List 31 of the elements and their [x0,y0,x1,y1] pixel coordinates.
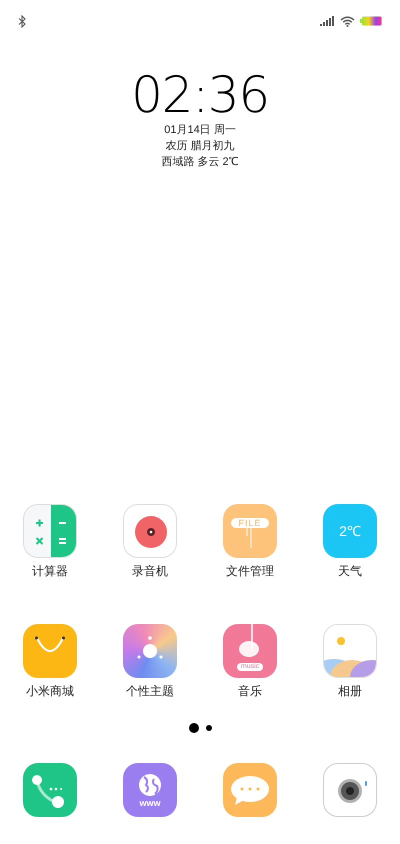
phone-icon[interactable] [23,763,77,817]
bluetooth-icon [18,14,26,28]
icon-text: FILE [237,517,262,529]
wifi-icon [340,16,355,26]
theme-icon[interactable] [123,624,177,678]
camera-icon[interactable] [323,763,377,817]
date-text: 01月14日 周一 [164,123,236,138]
signal-icon [320,16,335,26]
clock-time: 02:36 [131,70,269,120]
icon-text: www [138,798,162,809]
icon-text: 2℃ [338,522,362,540]
weather-icon[interactable]: 2℃ [323,504,377,558]
app-label: 音乐 [238,683,262,699]
app-label: 天气 [338,563,362,579]
folder-icon[interactable]: FILE [223,504,277,558]
app-label: 小米商城 [26,683,74,699]
app-label: 相册 [338,683,362,699]
app-label: 文件管理 [226,563,274,579]
battery-icon [360,16,382,26]
weather-text: 西域路 多云 2℃ [161,155,239,170]
chat-bubble-icon[interactable] [223,763,277,817]
calculator-icon[interactable] [23,504,77,558]
lunar-date: 农历 腊月初九 [165,138,235,154]
landscape-icon[interactable] [323,624,377,678]
browser-icon[interactable]: www [123,763,177,817]
app-label: 录音机 [132,563,168,579]
globe-icon [139,774,161,796]
record-icon[interactable] [123,504,177,558]
shopping-bag-icon[interactable] [23,624,77,678]
app-label: 个性主题 [126,683,174,699]
app-label: 计算器 [32,563,68,579]
